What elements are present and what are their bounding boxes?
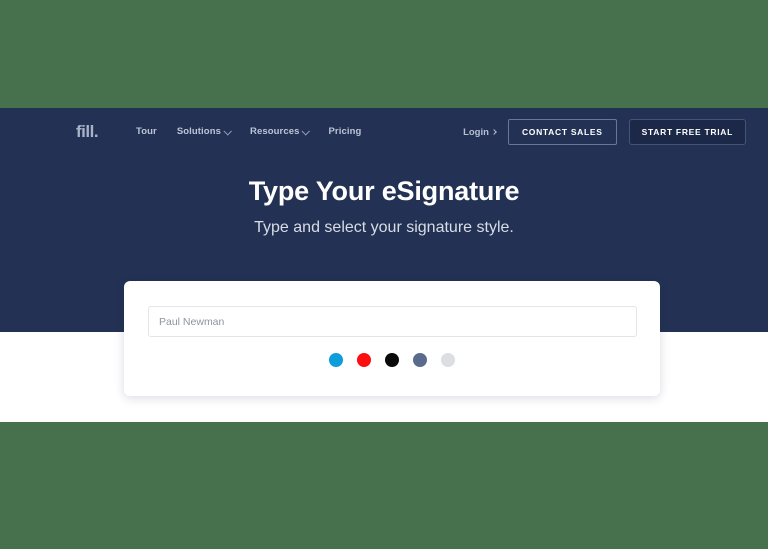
page-subtitle: Type and select your signature style. [254, 219, 514, 236]
signature-name-input[interactable] [148, 306, 637, 337]
color-swatch-light-gray[interactable] [441, 353, 455, 367]
chevron-down-icon [301, 126, 311, 136]
login-link-label: Login [463, 126, 489, 138]
navbar-actions: Login CONTACT SALES START FREE TRIAL [463, 119, 746, 145]
page-root: fill. Tour Solutions Resources Pricing L… [0, 0, 768, 549]
chevron-down-icon [223, 126, 232, 136]
nav-item-tour-label: Tour [136, 126, 157, 137]
color-swatch-slate[interactable] [413, 353, 427, 367]
start-free-trial-button[interactable]: START FREE TRIAL [628, 119, 746, 145]
contact-sales-button[interactable]: CONTACT SALES [507, 119, 617, 145]
color-swatch-blue[interactable] [329, 353, 343, 367]
nav-links: Tour Solutions Resources Pricing [136, 126, 361, 137]
color-swatch-red[interactable] [357, 353, 371, 367]
color-swatch-group [124, 353, 660, 367]
login-link[interactable]: Login [463, 126, 497, 138]
nav-item-resources-label: Resources [250, 126, 300, 137]
nav-item-solutions[interactable]: Solutions [176, 126, 232, 137]
nav-item-tour[interactable]: Tour [136, 126, 157, 137]
signature-card [124, 281, 660, 396]
nav-item-solutions-label: Solutions [176, 126, 221, 137]
brand-logo[interactable]: fill. [76, 122, 99, 142]
nav-item-pricing-label: Pricing [328, 126, 362, 137]
nav-item-resources[interactable]: Resources [250, 126, 311, 137]
page-title: Type Your eSignature [248, 176, 520, 206]
color-swatch-black[interactable] [385, 353, 399, 367]
nav-item-pricing[interactable]: Pricing [328, 126, 361, 137]
chevron-right-icon [491, 129, 497, 135]
